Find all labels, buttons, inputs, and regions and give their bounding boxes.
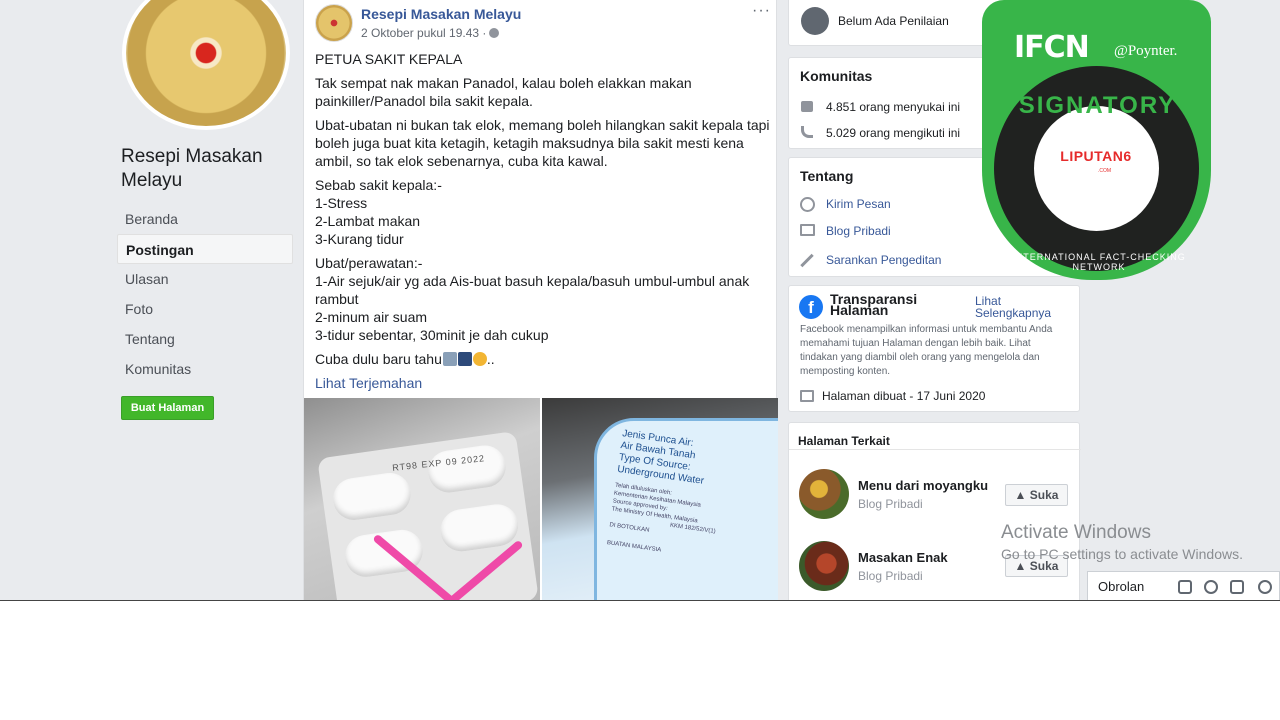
transparency-card: f Transparansi Halaman Lihat Selengkapny… (788, 285, 1080, 412)
page-profile-picture[interactable] (122, 0, 290, 130)
thumbs-up-icon (801, 101, 813, 112)
nav-item-postingan[interactable]: Postingan (117, 234, 293, 264)
related-page-name[interactable]: Menu dari moyangku (858, 478, 988, 493)
nav-item-ulasan[interactable]: Ulasan (117, 264, 293, 294)
chat-label[interactable]: Obrolan (1098, 579, 1144, 594)
nav-item-foto[interactable]: Foto (117, 294, 293, 324)
post-photo-pills[interactable]: RT98 EXP 09 2022 (304, 398, 540, 600)
about-title[interactable]: Tentang (800, 168, 853, 184)
related-pages-card: Halaman Terkait Menu dari moyangku Blog … (788, 422, 1081, 600)
post-emoji-tail: .. (486, 351, 495, 367)
post-text: PETUA SAKIT KEPALA Tak sempat nak makan … (315, 50, 770, 392)
rating-icon (801, 7, 829, 35)
post-author-name[interactable]: Resepi Masakan Melayu (361, 6, 521, 22)
windows-activation-watermark: Activate Windows Go to PC settings to ac… (1001, 522, 1243, 562)
post-paragraph: Tak sempat nak makan Panadol, kalau bole… (315, 75, 692, 109)
emoji-icon (457, 352, 472, 366)
divider (789, 449, 1081, 450)
network-text: INTERNATIONAL FACT-CHECKING NETWORK (1012, 252, 1186, 272)
page-nav: Beranda Postingan Ulasan Foto Tentang Ko… (117, 204, 293, 384)
nav-item-beranda[interactable]: Beranda (117, 204, 293, 234)
group-icon[interactable] (1204, 580, 1218, 594)
pill (330, 470, 414, 523)
create-page-button[interactable]: Buat Halaman (121, 396, 214, 420)
page-created-date: Halaman dibuat - 17 Juni 2020 (822, 389, 986, 403)
post-date-text: 2 Oktober pukul 19.43 · (361, 26, 487, 40)
related-page-name[interactable]: Masakan Enak (858, 550, 948, 565)
suggest-edit-link[interactable]: Sarankan Pengeditan (826, 253, 941, 267)
bottle-label: Jenis Punca Air: Air Bawah Tanah Type Of… (606, 428, 771, 568)
signatory-text: SIGNATORY (1018, 92, 1177, 119)
community-title[interactable]: Komunitas (800, 68, 872, 84)
thumbs-up-icon: ▲ (1014, 488, 1030, 502)
gear-icon[interactable] (1258, 580, 1272, 594)
messenger-icon (800, 197, 815, 212)
pill (425, 442, 509, 496)
video-icon[interactable] (1230, 580, 1244, 594)
poynter-text: @Poynter. (1114, 43, 1178, 59)
post-photo-water-bottle[interactable]: Jenis Punca Air: Air Bawah Tanah Type Of… (542, 398, 778, 600)
related-page-thumbnail[interactable] (799, 541, 849, 591)
liputan6-domain: .COM (1098, 168, 1112, 174)
rss-follow-icon (801, 126, 813, 138)
transparency-description: Facebook menampilkan informasi untuk mem… (800, 324, 1053, 377)
related-page-thumbnail[interactable] (799, 469, 849, 519)
see-translation-link[interactable]: Lihat Terjemahan (315, 374, 770, 392)
ifcn-logo-text: IFCN (1014, 30, 1090, 65)
related-pages-title: Halaman Terkait (798, 434, 890, 448)
rating-text: Belum Ada Penilaian (838, 14, 949, 28)
activate-subtitle: Go to PC settings to activate Windows. (1001, 546, 1243, 562)
emoji-icon (442, 352, 457, 366)
like-button-label: Suka (1029, 488, 1059, 502)
post-paragraph-emoji: Cuba dulu baru tahu.. (315, 350, 770, 368)
post-paragraph: Ubat/perawatan:- 1-Air sejuk/air yg ada … (315, 255, 750, 343)
facebook-page-screenshot: Resepi Masakan Melayu Beranda Postingan … (0, 0, 1280, 601)
related-page-category: Blog Pribadi (858, 569, 923, 583)
post-options-button[interactable]: ··· (752, 2, 771, 20)
globe-icon (489, 28, 500, 38)
pencil-icon (800, 253, 814, 268)
flag-icon (800, 390, 814, 402)
send-message-link[interactable]: Kirim Pesan (826, 197, 891, 211)
pill (437, 501, 521, 555)
facebook-logo-icon: f (799, 295, 823, 319)
page-name[interactable]: Resepi Masakan Melayu (121, 145, 301, 193)
category-link[interactable]: Blog Pribadi (826, 224, 891, 238)
liputan6-logo: LIPUTAN6 (1060, 148, 1132, 164)
follows-count: 5.029 orang mengikuti ini (826, 126, 961, 140)
nav-item-tentang[interactable]: Tentang (117, 324, 293, 354)
chat-bar[interactable]: Obrolan (1087, 571, 1280, 600)
post-card: Resepi Masakan Melayu 2 Oktober pukul 19… (303, 0, 778, 600)
nav-item-komunitas[interactable]: Komunitas (117, 354, 293, 384)
flexed-arm-emoji-icon (472, 352, 487, 366)
related-page-category: Blog Pribadi (858, 497, 923, 511)
post-author-avatar[interactable] (315, 4, 353, 42)
see-more-link[interactable]: Lihat Selengkapnya (975, 295, 1075, 319)
activate-title: Activate Windows (1001, 522, 1151, 543)
like-page-button[interactable]: ▲ Suka (1005, 484, 1068, 506)
category-icon (800, 224, 815, 236)
post-title: PETUA SAKIT KEPALA (315, 51, 463, 67)
post-paragraph: Sebab sakit kepala:- 1-Stress 2-Lambat m… (315, 177, 442, 247)
transparency-title: Transparansi Halaman (830, 291, 918, 318)
edit-icon[interactable] (1178, 580, 1192, 594)
badge-inner-circle (1034, 106, 1159, 231)
post-emoji-line: Cuba dulu baru tahu (315, 351, 442, 367)
post-timestamp[interactable]: 2 Oktober pukul 19.43 · (361, 26, 500, 40)
post-paragraph: Ubat-ubatan ni bukan tak elok, memang bo… (315, 117, 770, 169)
ifcn-signatory-badge: IFCN @Poynter. SIGNATORY LIPUTAN6 .COM I… (982, 0, 1211, 280)
likes-count: 4.851 orang menyukai ini (826, 100, 961, 114)
